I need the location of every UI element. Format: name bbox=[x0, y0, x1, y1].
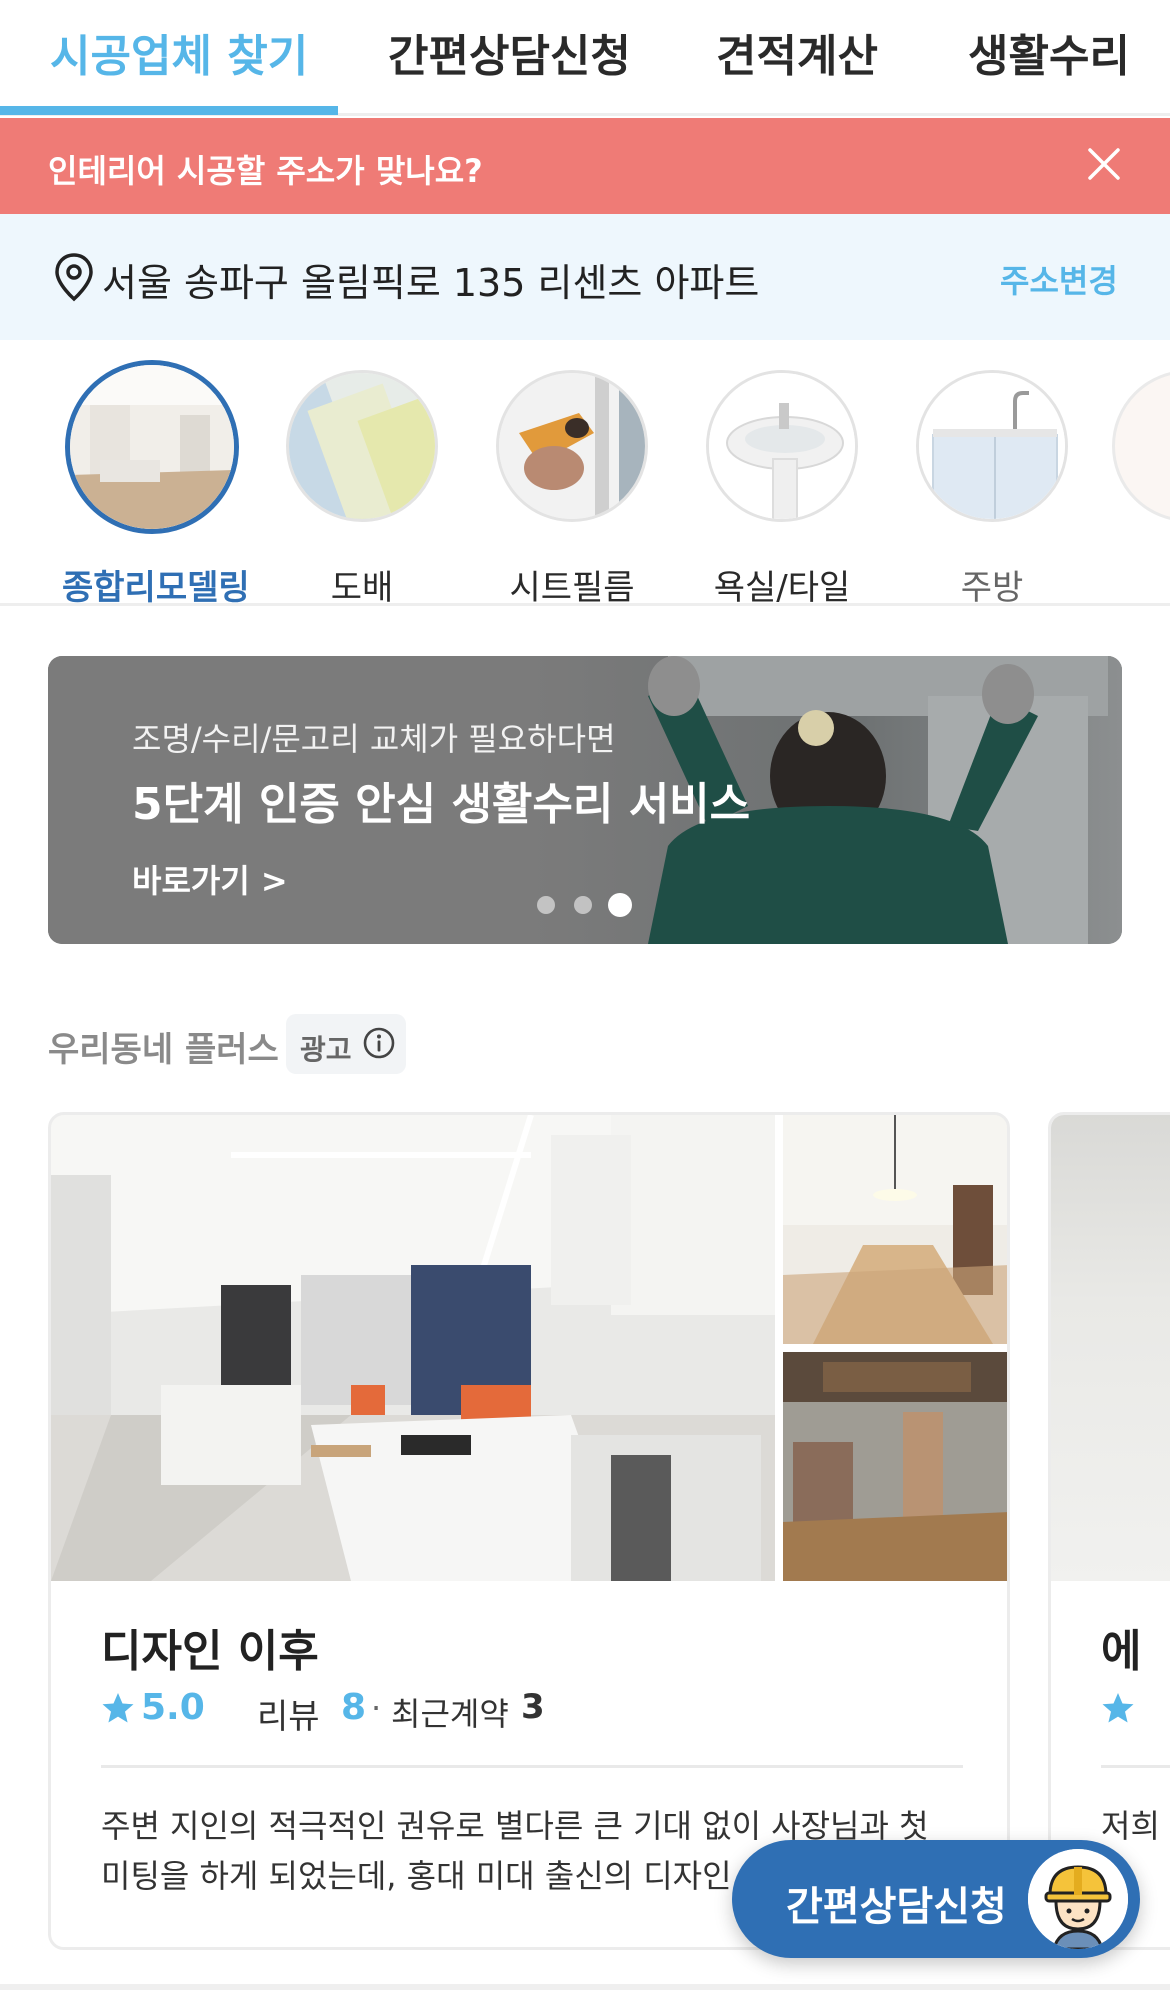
category-label: 주방 bbox=[960, 568, 1024, 608]
divider bbox=[101, 1765, 963, 1768]
company-photos[interactable] bbox=[51, 1115, 1007, 1581]
category-label: 욕실/타일 bbox=[713, 568, 851, 608]
category-label: 도배 bbox=[330, 568, 394, 608]
recent-contract-label: 최근계약 bbox=[391, 1695, 509, 1733]
address-confirm-banner: 인테리어 시공할 주소가 맞나요? bbox=[0, 118, 1170, 214]
category-kitchen[interactable]: 주방 bbox=[902, 370, 1082, 608]
pager-dot-active[interactable] bbox=[608, 893, 632, 917]
divider bbox=[1101, 1765, 1170, 1768]
company-card-next[interactable]: 에 저희 조 bbox=[1048, 1112, 1170, 1950]
category-list: 종합리모델링 도배 시트필름 욕실/타일 주방 bbox=[0, 340, 1170, 608]
category-sheet-film[interactable]: 시트필름 bbox=[482, 370, 662, 608]
tab-estimate[interactable]: 견적계산 bbox=[716, 20, 878, 82]
pager-dot[interactable] bbox=[537, 896, 555, 914]
rating-value: 5.0 bbox=[141, 1687, 205, 1728]
current-address: 서울 송파구 올림픽로 135 리센츠 아파트 bbox=[102, 261, 760, 305]
category-remodeling[interactable]: 종합리모델링 bbox=[62, 360, 250, 608]
section-title: 우리동네 플러스 bbox=[48, 1030, 279, 1070]
close-icon[interactable] bbox=[1084, 144, 1124, 184]
quick-consult-button[interactable]: 간편상담신청 bbox=[732, 1840, 1140, 1958]
app-screen: 시공업체 찾기 간편상담신청 견적계산 생활수리 인테리어 시공할 주소가 맞나… bbox=[0, 0, 1170, 1990]
location-pin-icon bbox=[55, 253, 93, 302]
review-label: 리뷰 bbox=[257, 1697, 320, 1737]
worker-avatar-icon bbox=[1028, 1849, 1128, 1949]
kitchen-thumbnail bbox=[916, 370, 1068, 522]
company-name[interactable]: 디자인 이후 bbox=[101, 1615, 319, 1679]
company-main-photo bbox=[51, 1115, 775, 1581]
category-label: 시트필름 bbox=[509, 568, 635, 608]
active-tab-indicator bbox=[0, 106, 338, 115]
company-photo-next bbox=[1051, 1115, 1170, 1581]
wallpaper-thumbnail bbox=[286, 370, 438, 522]
promo-link[interactable]: 바로가기 > bbox=[132, 856, 288, 902]
excerpt-line: 저희 bbox=[1101, 1807, 1160, 1845]
recent-contract-count: 3 bbox=[521, 1687, 545, 1727]
address-bar: 서울 송파구 올림픽로 135 리센츠 아파트 주소변경 bbox=[0, 214, 1170, 340]
company-photo-3 bbox=[783, 1352, 1007, 1581]
star-icon bbox=[102, 1693, 134, 1723]
tab-find-contractor[interactable]: 시공업체 찾기 bbox=[50, 20, 308, 82]
remodeling-thumbnail bbox=[65, 360, 239, 534]
promo-title: 5단계 인증 안심 생활수리 서비스 bbox=[132, 779, 751, 830]
promo-banner[interactable]: 조명/수리/문고리 교체가 필요하다면 5단계 인증 안심 생활수리 서비스 바… bbox=[48, 656, 1122, 944]
pager-dot[interactable] bbox=[574, 896, 592, 914]
star-icon bbox=[1102, 1693, 1134, 1723]
top-tab-bar: 시공업체 찾기 간편상담신청 견적계산 생활수리 bbox=[0, 0, 1170, 116]
separator: · bbox=[371, 1689, 382, 1727]
category-label: 종합리모델링 bbox=[62, 568, 250, 608]
ad-badge[interactable]: 광고 bbox=[286, 1014, 406, 1074]
company-name: 에 bbox=[1101, 1626, 1142, 1677]
category-wallpaper[interactable]: 도배 bbox=[272, 370, 452, 608]
tab-quick-consult[interactable]: 간편상담신청 bbox=[388, 20, 631, 82]
category-next-thumbnail[interactable] bbox=[1112, 370, 1170, 522]
company-photo-2 bbox=[783, 1115, 1007, 1344]
quick-consult-label: 간편상담신청 bbox=[786, 1884, 1007, 1930]
sheet-film-thumbnail bbox=[496, 370, 648, 522]
promo-subtitle: 조명/수리/문고리 교체가 필요하다면 bbox=[132, 720, 616, 758]
tab-home-repair[interactable]: 생활수리 bbox=[968, 20, 1130, 82]
change-address-link[interactable]: 주소변경 bbox=[1000, 256, 1118, 302]
company-card[interactable]: 디자인 이후 5.0 리뷰 8 · 최근계약 3 주변 지인의 적극적인 권유로… bbox=[48, 1112, 1010, 1950]
address-confirm-message: 인테리어 시공할 주소가 맞나요? bbox=[48, 152, 483, 190]
category-bathroom-tile[interactable]: 욕실/타일 bbox=[692, 370, 872, 608]
bottom-divider bbox=[0, 1984, 1170, 1990]
review-count: 8 bbox=[341, 1687, 367, 1728]
bathroom-thumbnail bbox=[706, 370, 858, 522]
ad-label: 광고 bbox=[300, 1033, 352, 1066]
info-icon[interactable] bbox=[362, 1026, 396, 1060]
